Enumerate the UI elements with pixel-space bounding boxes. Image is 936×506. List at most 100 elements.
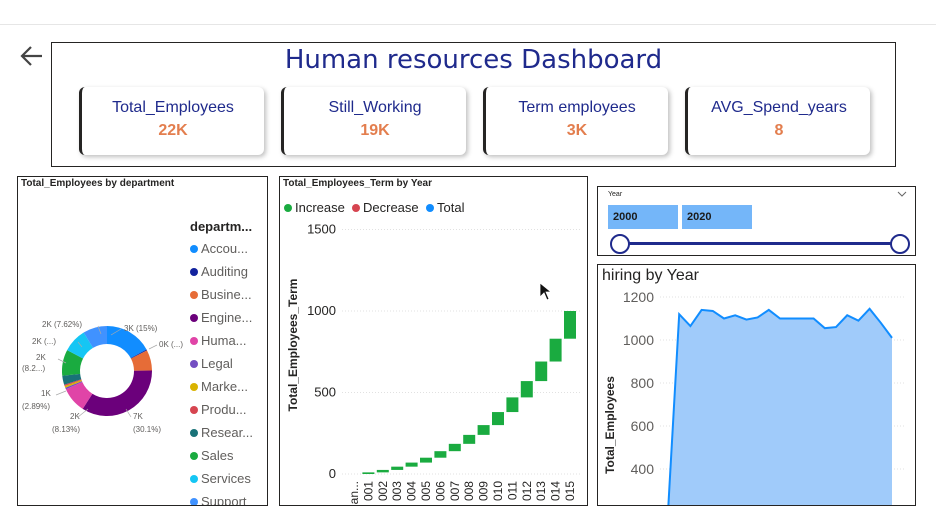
legend-dot-icon (190, 245, 198, 253)
chevron-down-icon[interactable] (897, 190, 907, 198)
legend-item[interactable]: Engine... (190, 310, 252, 325)
legend-dot-icon (190, 291, 198, 299)
x-tick-label: 010 (491, 481, 505, 501)
legend-item[interactable]: Produ... (190, 402, 247, 417)
legend-dot-icon (190, 475, 198, 483)
legend-label: Resear... (201, 425, 254, 440)
y-tick-label: 400 (631, 461, 655, 477)
legend-item[interactable]: Sales (190, 448, 234, 463)
hiring-area-chart[interactable]: 1200 1000 800 600 400 Total_Employees (598, 265, 916, 506)
data-label: 2K (7.62%) (42, 320, 82, 329)
x-tick-label: Jan... (347, 481, 361, 506)
legend-dot-icon (190, 406, 198, 414)
x-tick-label: 012 (520, 481, 534, 501)
kpi-label: Still_Working (328, 99, 422, 116)
legend-dot-icon (190, 383, 198, 391)
waterfall-bar (463, 434, 476, 444)
waterfall-chart-panel[interactable]: Total_Employees_Term by Year Increase De… (279, 176, 588, 506)
legend-label: Legal (201, 356, 233, 371)
legend-item[interactable]: Legal (190, 356, 233, 371)
y-tick-label: 600 (631, 418, 655, 434)
waterfall-bar (420, 457, 432, 463)
slicer-from-input[interactable]: 2000 (608, 205, 678, 229)
legend-dot-icon (190, 314, 198, 322)
slicer-to-input[interactable]: 2020 (682, 205, 752, 229)
waterfall-bar (535, 361, 548, 382)
waterfall-bar (549, 338, 562, 362)
leader-line (55, 390, 67, 396)
donut-chart-panel[interactable]: Total_Employees by department 3K (15%) 0K… (17, 176, 268, 506)
top-bar (0, 0, 936, 25)
legend-item[interactable]: Huma... (190, 333, 247, 348)
slicer-label: Year (608, 191, 623, 198)
waterfall-bar (477, 425, 490, 435)
legend-item[interactable]: Auditing (190, 264, 248, 279)
kpi-label: Total_Employees (112, 99, 234, 116)
slider-start-handle[interactable] (610, 234, 630, 254)
data-label: 1K (41, 389, 51, 398)
waterfall-bar (448, 443, 461, 452)
x-tick-label: 004 (405, 481, 419, 501)
waterfall-bar (492, 412, 504, 426)
data-label: 0K (...) (159, 340, 183, 349)
x-tick-label: 009 (477, 481, 491, 501)
legend-label: Busine... (201, 287, 252, 302)
kpi-value: 19K (360, 122, 390, 139)
waterfall-bar (520, 381, 533, 398)
legend-label: Support (201, 494, 247, 506)
year-slicer[interactable]: Year 2000 2020 (597, 186, 916, 256)
header-card: Human resources Dashboard Total_Employee… (51, 42, 896, 167)
hiring-chart-panel[interactable]: hiring by Year 1200 1000 800 600 400 Total_Em… (597, 264, 916, 506)
data-label: 2K (36, 353, 46, 362)
x-tick-label: 014 (549, 481, 563, 501)
kpi-card-total-employees: Total_Employees 22K (79, 87, 264, 155)
data-label: 2K (...) (32, 337, 56, 346)
x-tick-label: 006 (433, 481, 447, 501)
kpi-label: AVG_Spend_years (711, 99, 847, 116)
area-fill (668, 308, 892, 505)
y-tick-label: 1200 (623, 289, 654, 305)
back-arrow-icon[interactable] (18, 42, 46, 70)
legend-item[interactable]: Resear... (190, 425, 253, 440)
legend-label: Engine... (201, 310, 253, 325)
x-tick-label: 001 (361, 481, 375, 501)
waterfall-bar (391, 466, 404, 470)
x-tick-label: 008 (462, 481, 476, 501)
y-tick-label: 1000 (623, 332, 654, 348)
legend-title: departm... (190, 219, 253, 234)
slider-end-handle[interactable] (890, 234, 910, 254)
x-tick-label: 011 (505, 481, 519, 500)
waterfall-bar (405, 462, 418, 467)
kpi-card-still-working: Still_Working 19K (281, 87, 466, 155)
donut-slice (82, 370, 152, 417)
legend-label: Accou... (201, 241, 248, 256)
data-label: (30.1%) (133, 425, 161, 434)
kpi-card-term-employees: Term employees 3K (483, 87, 668, 155)
legend-item[interactable]: Services (190, 471, 251, 486)
legend-item[interactable]: Accou... (190, 241, 248, 256)
x-tick-label: 007 (448, 481, 462, 501)
waterfall-bar (564, 311, 576, 339)
legend-item[interactable]: Busine... (190, 287, 252, 302)
kpi-value: 22K (158, 122, 188, 139)
legend-item[interactable]: Support (190, 494, 247, 506)
waterfall-bar (434, 451, 447, 458)
y-axis-label: Total_Employees_Term (286, 279, 300, 412)
y-axis-label: Total_Employees (603, 376, 617, 474)
legend-label: Sales (201, 448, 234, 463)
leader-line (148, 344, 158, 350)
y-tick-label: 1500 (307, 222, 336, 237)
slider-track[interactable] (618, 242, 900, 245)
legend-item[interactable]: Marke... (190, 379, 248, 394)
legend-dot-icon (190, 337, 198, 345)
x-tick-label: 002 (376, 481, 390, 501)
legend-dot-icon (190, 360, 198, 368)
data-label: (2.89%) (22, 402, 50, 411)
y-tick-label: 800 (631, 375, 655, 391)
legend-dot-icon (190, 452, 198, 460)
data-label: 7K (133, 412, 143, 421)
data-label: (8.2...) (22, 364, 45, 373)
kpi-label: Term employees (518, 99, 636, 116)
x-tick-label: 013 (534, 481, 548, 501)
waterfall-chart[interactable]: 300025002000150010005000Total_Employees_… (280, 177, 588, 506)
